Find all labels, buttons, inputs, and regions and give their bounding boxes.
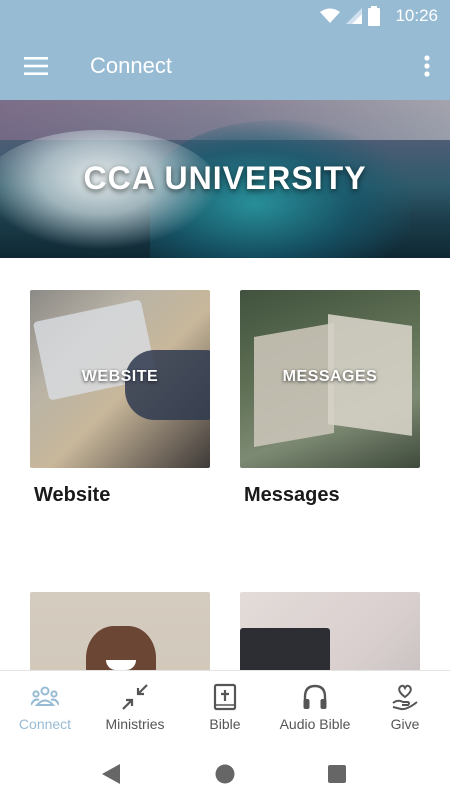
hero-title: CCA UNIVERSITY [83, 160, 367, 196]
nav-item-bible[interactable]: Bible [180, 671, 270, 749]
home-button[interactable] [209, 758, 241, 790]
headphones-icon [303, 684, 327, 709]
collapse-arrows-icon [122, 684, 148, 710]
menu-button[interactable] [14, 44, 58, 88]
bible-icon [213, 683, 237, 711]
card-image: WEBSITE [30, 290, 210, 468]
system-navigation-bar [0, 748, 450, 800]
recents-button[interactable] [321, 758, 353, 790]
home-circle-icon [215, 764, 235, 784]
page-title: Connect [90, 53, 172, 78]
nav-item-give[interactable]: Give [360, 671, 450, 749]
card-messages[interactable]: MESSAGES Messages [240, 290, 420, 507]
people-icon [31, 686, 59, 706]
status-bar: 10:26 [0, 0, 450, 32]
card-title: Website [34, 484, 111, 506]
hero-banner[interactable]: CCA UNIVERSITY [0, 100, 450, 258]
nav-item-ministries[interactable]: Ministries [90, 671, 180, 749]
card-overlay-label: WEBSITE [81, 368, 159, 385]
back-triangle-icon [102, 764, 120, 784]
battery-icon [368, 6, 380, 26]
nav-label: Audio Bible [279, 716, 351, 732]
app-bar: Connect [0, 32, 450, 100]
status-icons [320, 6, 380, 26]
heart-hand-icon [392, 684, 418, 711]
wifi-icon [320, 8, 340, 23]
nav-item-connect[interactable]: Connect [0, 671, 90, 749]
nav-label: Connect [18, 716, 72, 732]
card-image: MESSAGES [240, 290, 420, 468]
nav-label: Bible [209, 716, 241, 732]
hamburger-icon [24, 57, 48, 75]
nav-label: Ministries [105, 716, 165, 732]
card-overlay-label: MESSAGES [282, 368, 378, 385]
signal-icon [346, 8, 362, 24]
nav-label: Give [390, 716, 420, 732]
bottom-navigation: Connect Ministries Bible Audio Bible Giv… [0, 670, 450, 749]
status-time: 10:26 [395, 6, 438, 25]
card-website[interactable]: WEBSITE Website [30, 290, 210, 507]
nav-item-audio-bible[interactable]: Audio Bible [270, 671, 360, 749]
overflow-menu-button[interactable] [414, 44, 440, 88]
more-vert-icon [424, 55, 430, 77]
card-title: Messages [244, 484, 340, 506]
back-button[interactable] [95, 758, 127, 790]
recents-square-icon [328, 765, 346, 783]
